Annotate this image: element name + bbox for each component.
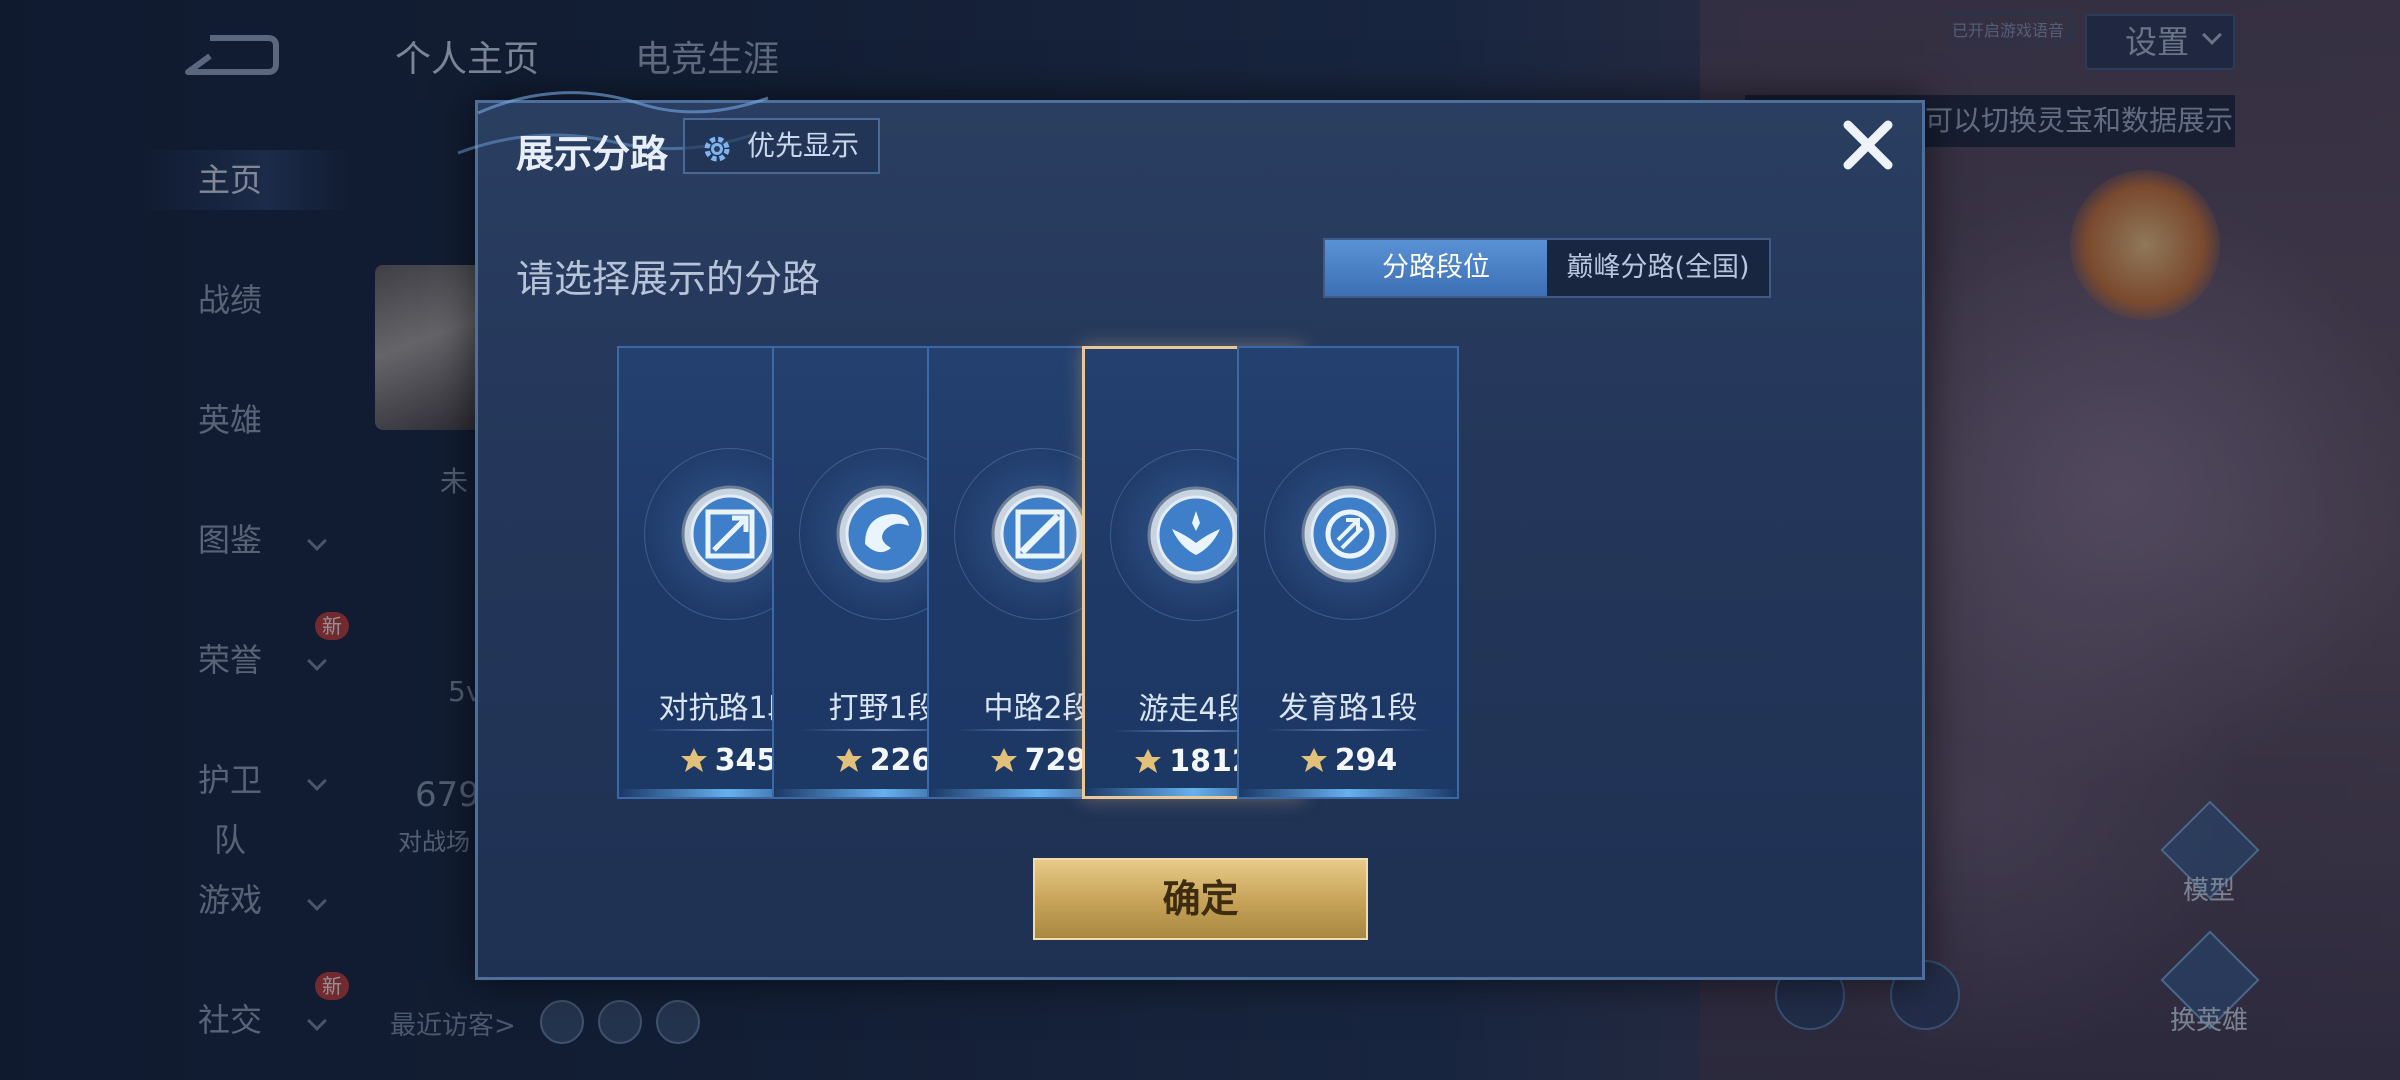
tab-peak-lane-national[interactable]: 巅峰分路(全国)	[1547, 240, 1769, 296]
mid-lane-slash-icon	[991, 485, 1089, 583]
lane-rank-label: 发育路1段	[1278, 691, 1418, 726]
rank-points-icon	[680, 748, 707, 772]
lane-score-value: 729	[1024, 743, 1088, 778]
roam-wings-icon	[1147, 486, 1245, 584]
farm-lane-arrow-icon	[1301, 485, 1399, 583]
divider	[1267, 729, 1431, 731]
select-lane-prompt: 请选择展示的分路	[516, 257, 821, 301]
lane-score-value: 226	[869, 743, 933, 778]
lane-mode-toggle: 分路段位 巅峰分路(全国)	[1323, 238, 1771, 298]
lane-display-dialog: 展示分路 优先显示 请选择展示的分路 分路段位 巅峰分路(全国) 对抗路1段 34…	[457, 91, 1925, 980]
jungle-swirl-icon	[836, 485, 934, 583]
lane-score-value: 294	[1334, 743, 1398, 778]
tab-lane-rank[interactable]: 分路段位	[1325, 240, 1547, 296]
dialog-title: 展示分路	[516, 132, 669, 176]
lane-score: 294	[1239, 743, 1457, 778]
rank-points-icon	[990, 748, 1017, 772]
rank-points-icon	[1135, 749, 1162, 773]
close-icon[interactable]	[1838, 115, 1898, 175]
clash-lane-sword-icon	[681, 485, 779, 583]
confirm-button[interactable]: 确定	[1033, 858, 1368, 940]
lane-card-farm-lane[interactable]: 发育路1段 294	[1237, 346, 1459, 799]
priority-display-button[interactable]: 优先显示	[683, 118, 880, 174]
priority-display-label: 优先显示	[747, 129, 860, 162]
lane-score-value: 345	[714, 743, 778, 778]
rank-points-icon	[1300, 748, 1327, 772]
gear-icon	[704, 136, 730, 162]
rank-points-icon	[835, 748, 862, 772]
